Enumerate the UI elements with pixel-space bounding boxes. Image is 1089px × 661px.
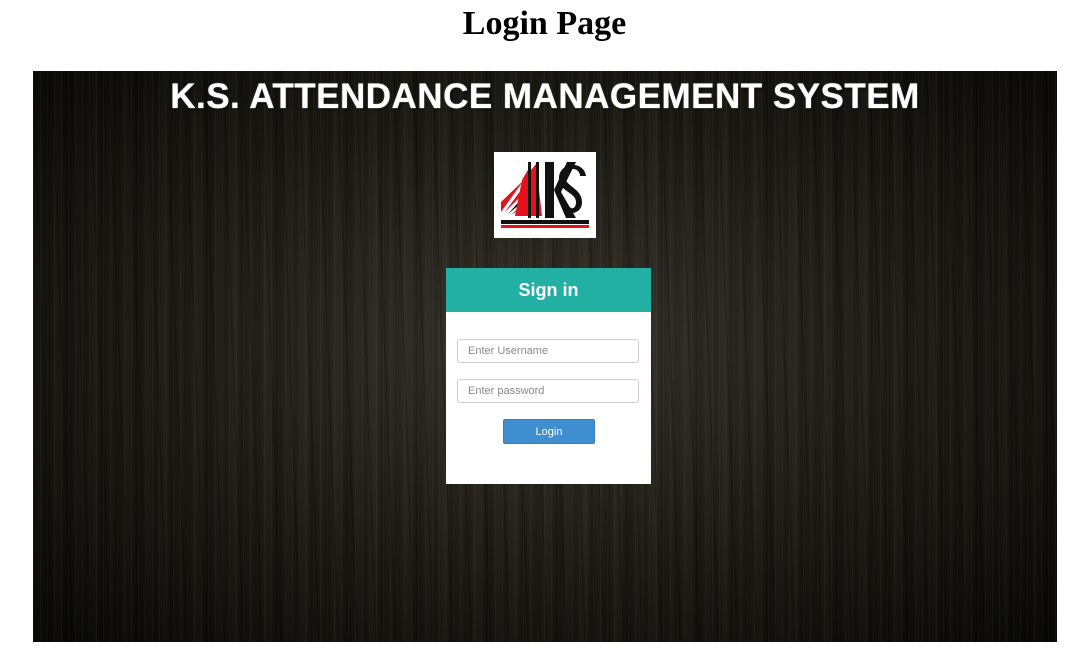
page-heading: Login Page bbox=[462, 5, 627, 42]
sign-in-header: Sign in bbox=[446, 268, 651, 312]
login-button[interactable]: Login bbox=[503, 419, 595, 444]
login-card: Sign in Login bbox=[446, 268, 651, 484]
app-title: K.S. ATTENDANCE MANAGEMENT SYSTEM bbox=[170, 77, 920, 116]
password-input[interactable] bbox=[457, 379, 639, 403]
app-screen: K.S. ATTENDANCE MANAGEMENT SYSTEM KS Sig… bbox=[33, 71, 1057, 642]
username-input[interactable] bbox=[457, 339, 639, 363]
ks-logo: KS bbox=[494, 152, 596, 238]
